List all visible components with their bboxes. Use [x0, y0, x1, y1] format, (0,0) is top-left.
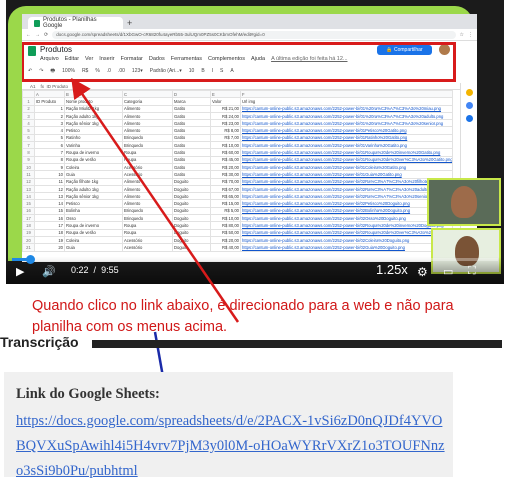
google-sheets-link[interactable]: https://docs.google.com/spreadsheets/d/e… [16, 409, 446, 484]
heading-rule [92, 340, 502, 348]
transcript-heading: Transcrição [0, 334, 79, 350]
red-arrow [71, 77, 240, 323]
annotation-text: Quando clico no link abaixo, é direciona… [32, 298, 454, 335]
link-label: Link do Google Sheets: [16, 386, 160, 402]
